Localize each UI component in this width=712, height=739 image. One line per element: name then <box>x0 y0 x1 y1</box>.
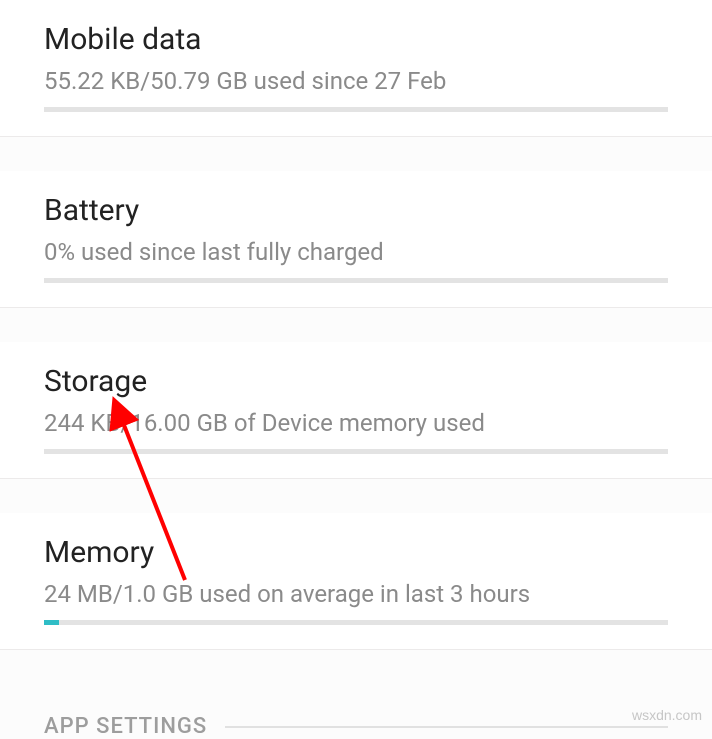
memory-subtitle: 24 MB/1.0 GB used on average in last 3 h… <box>44 580 668 608</box>
divider <box>0 479 712 513</box>
mobile-data-subtitle: 55.22 KB/50.79 GB used since 27 Feb <box>44 67 668 95</box>
mobile-data-progress <box>44 107 668 112</box>
divider <box>0 137 712 171</box>
memory-title: Memory <box>44 535 668 570</box>
mobile-data-item[interactable]: Mobile data 55.22 KB/50.79 GB used since… <box>0 0 712 112</box>
storage-subtitle: 244 KB/16.00 GB of Device memory used <box>44 409 668 437</box>
battery-subtitle: 0% used since last fully charged <box>44 238 668 266</box>
battery-progress <box>44 278 668 283</box>
divider <box>0 650 712 684</box>
memory-progress <box>44 620 668 625</box>
storage-item[interactable]: Storage 244 KB/16.00 GB of Device memory… <box>0 342 712 454</box>
storage-title: Storage <box>44 364 668 399</box>
memory-progress-fill <box>44 620 59 625</box>
memory-item[interactable]: Memory 24 MB/1.0 GB used on average in l… <box>0 513 712 625</box>
battery-title: Battery <box>44 193 668 228</box>
app-settings-header: APP SETTINGS <box>44 714 207 739</box>
mobile-data-title: Mobile data <box>44 22 668 57</box>
battery-item[interactable]: Battery 0% used since last fully charged <box>0 171 712 283</box>
watermark: wsxdn.com <box>632 707 702 723</box>
storage-progress <box>44 449 668 454</box>
app-settings-header-row: APP SETTINGS <box>0 684 712 739</box>
divider <box>0 308 712 342</box>
section-divider-line <box>225 726 668 728</box>
